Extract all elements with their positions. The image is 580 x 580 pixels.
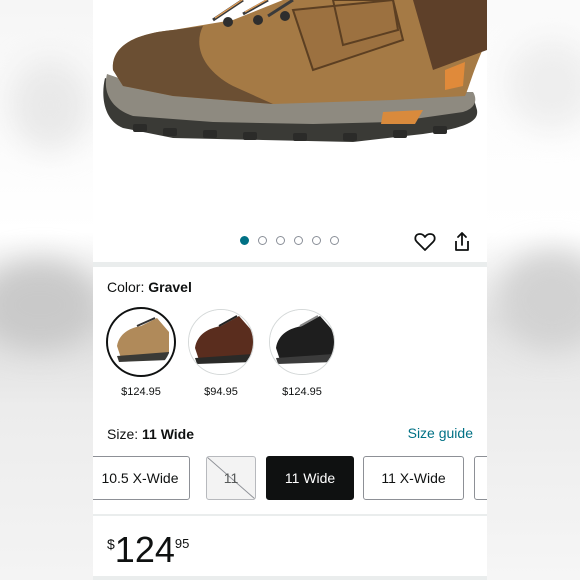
- left-backdrop: [0, 0, 93, 580]
- carousel-dot[interactable]: [330, 236, 339, 245]
- bottom-divider: [93, 576, 487, 580]
- carousel-dot[interactable]: [240, 236, 249, 245]
- swatch-price: $124.95: [121, 386, 161, 398]
- color-swatch-gravel[interactable]: [108, 309, 174, 375]
- size-guide-link[interactable]: Size guide: [408, 425, 473, 441]
- heart-icon[interactable]: [413, 230, 437, 254]
- product-image[interactable]: [93, 0, 487, 212]
- section-divider: [93, 514, 487, 516]
- size-option-label: 11: [223, 470, 239, 486]
- price-currency: $: [107, 536, 115, 552]
- carousel-dot[interactable]: [276, 236, 285, 245]
- size-option[interactable]: 11 X-Wide: [363, 456, 464, 500]
- swatch-price: $94.95: [204, 386, 238, 398]
- carousel-dot[interactable]: [312, 236, 321, 245]
- carousel-dot[interactable]: [258, 236, 267, 245]
- size-option-label: 11 X-Wide: [381, 470, 446, 486]
- price-whole: 124: [114, 529, 175, 570]
- size-label: Size: 11 Wide: [107, 426, 195, 442]
- size-option-unavailable[interactable]: 11: [206, 456, 256, 500]
- carousel-dot[interactable]: [294, 236, 303, 245]
- product-price: $ 124 95: [107, 530, 189, 570]
- image-carousel-controls: [93, 226, 487, 256]
- price-fraction: 95: [174, 536, 190, 551]
- right-backdrop: [487, 0, 580, 580]
- product-page: Color: Gravel $124.95 $94.95 $124.95 Siz…: [93, 0, 487, 580]
- size-option-partial[interactable]: [474, 456, 487, 500]
- size-option-selected[interactable]: 11 Wide: [266, 456, 354, 500]
- boot-illustration: [103, 0, 487, 142]
- size-option-label: 10.5 X-Wide: [101, 470, 179, 486]
- size-option[interactable]: 10.5 X-Wide: [93, 456, 190, 500]
- section-divider: [93, 262, 487, 267]
- color-label: Color: Gravel: [107, 279, 192, 295]
- size-option-label: 11 Wide: [284, 470, 336, 486]
- share-icon[interactable]: [450, 230, 474, 254]
- color-swatch-black[interactable]: [269, 309, 335, 375]
- color-swatch-brown[interactable]: [188, 309, 254, 375]
- swatch-price: $124.95: [282, 386, 322, 398]
